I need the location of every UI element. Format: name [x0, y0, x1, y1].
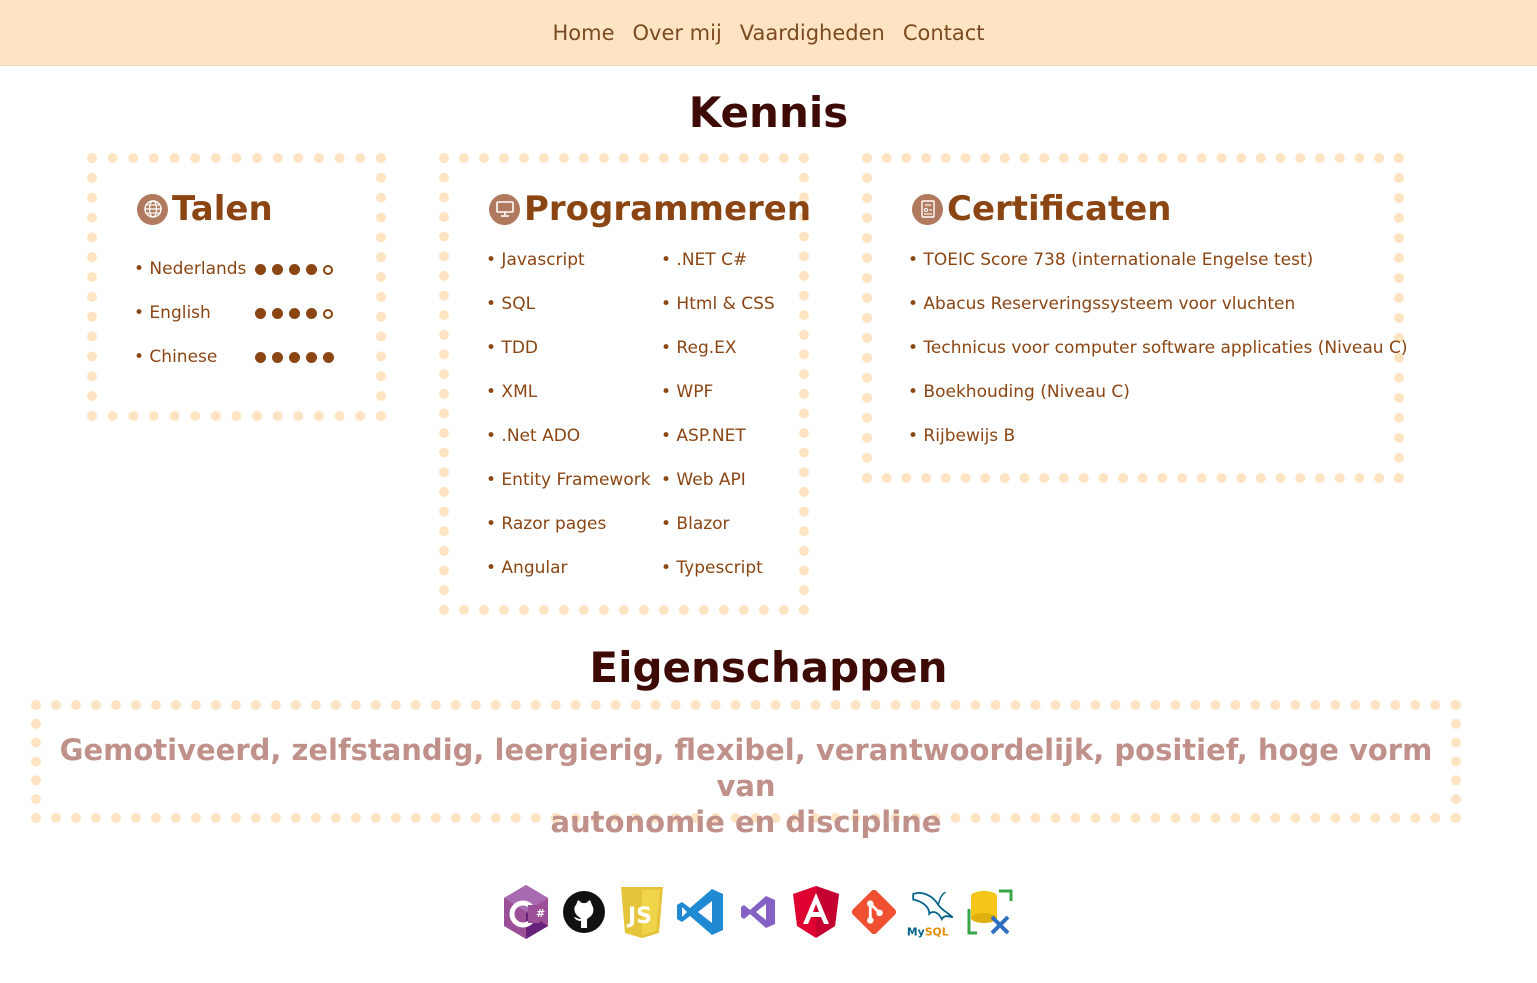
angular-icon: [790, 881, 842, 943]
visual-studio-icon: [732, 881, 784, 943]
github-icon: [558, 881, 610, 943]
skill-item: • Javascript: [486, 250, 585, 270]
skill-item: • WPF: [661, 382, 714, 402]
nav-vaardigheden[interactable]: Vaardigheden: [740, 21, 885, 45]
top-navigation: Home Over mij Vaardigheden Contact: [0, 0, 1537, 66]
rating-chinese: [255, 352, 334, 363]
skill-item: • Html & CSS: [661, 294, 775, 314]
taal-chinese: • Chinese: [134, 347, 218, 367]
certificaat-item: • Boekhouding (Niveau C): [908, 382, 1130, 402]
rating-dot: [272, 264, 283, 275]
kennis-title: Kennis: [688, 88, 849, 137]
certificaat-item: • TOEIC Score 738 (internationale Engels…: [908, 250, 1314, 270]
svg-text:#: #: [536, 907, 545, 920]
svg-text:JS: JS: [626, 904, 652, 929]
skill-item: • Reg.EX: [661, 338, 737, 358]
rating-dot: [306, 308, 317, 319]
talen-heading: Talen: [137, 189, 273, 229]
certificaten-card: Certificaten • TOEIC Score 738 (internat…: [862, 153, 1408, 483]
skill-item: • ASP.NET: [661, 426, 746, 446]
globe-icon: [137, 193, 168, 225]
rating-dot: [272, 352, 283, 363]
vscode-icon: [674, 881, 726, 943]
tools-icons: # JS My SQL: [500, 881, 1016, 943]
certificaten-heading: Certificaten: [912, 189, 1172, 229]
eigenschappen-card: Gemotiveerd, zelfstandig, leergierig, fl…: [31, 700, 1461, 839]
rating-dot: [323, 352, 334, 363]
svg-text:My: My: [907, 925, 925, 938]
skill-item: • Entity Framework: [486, 470, 651, 490]
skill-item: • Web API: [661, 470, 746, 490]
skill-item: • Angular: [486, 558, 568, 578]
csharp-icon: #: [500, 881, 552, 943]
nav-home[interactable]: Home: [552, 21, 614, 45]
skill-item: • Blazor: [661, 514, 730, 534]
eigenschappen-line-1: Gemotiveerd, zelfstandig, leergierig, fl…: [59, 733, 1433, 803]
skill-item: • XML: [486, 382, 538, 402]
skill-item: • Typescript: [661, 558, 763, 578]
certificate-icon: [912, 193, 943, 225]
rating-dot: [289, 264, 300, 275]
skill-item: • .NET C#: [661, 250, 748, 270]
monitor-icon: [489, 193, 520, 225]
talen-card: Talen • Nederlands • English • Chinese: [87, 153, 386, 421]
javascript-icon: JS: [616, 881, 668, 943]
mysql-icon: My SQL: [906, 881, 958, 943]
rating-nederlands: [255, 264, 333, 275]
skill-item: • Razor pages: [486, 514, 607, 534]
eigenschappen-title: Eigenschappen: [589, 643, 948, 692]
rating-dot: [306, 352, 317, 363]
certificaat-item: • Abacus Reserveringssysteem voor vlucht…: [908, 294, 1296, 314]
sql-server-tools-icon: [964, 881, 1016, 943]
rating-dot: [289, 352, 300, 363]
skill-item: • SQL: [486, 294, 536, 314]
rating-dot: [323, 309, 333, 319]
eigenschappen-line-2: autonomie en discipline: [550, 805, 942, 839]
rating-dot: [255, 264, 266, 275]
nav-over-mij[interactable]: Over mij: [632, 21, 721, 45]
skill-item: • .Net ADO: [486, 426, 581, 446]
rating-dot: [255, 308, 266, 319]
taal-english: • English: [134, 303, 211, 323]
eigenschappen-text: Gemotiveerd, zelfstandig, leergierig, fl…: [41, 732, 1451, 840]
taal-nederlands: • Nederlands: [134, 259, 247, 279]
programmeren-heading: Programmeren: [489, 189, 811, 229]
rating-dot: [272, 308, 283, 319]
rating-dot: [323, 265, 333, 275]
nav-contact[interactable]: Contact: [903, 21, 985, 45]
programmeren-card: Programmeren • Javascript • SQL • TDD • …: [439, 153, 811, 615]
svg-text:SQL: SQL: [925, 925, 949, 938]
rating-dot: [306, 264, 317, 275]
rating-dot: [289, 308, 300, 319]
rating-dot: [255, 352, 266, 363]
certificaat-item: • Technicus voor computer software appli…: [908, 338, 1408, 358]
certificaat-item: • Rijbewijs B: [908, 426, 1016, 446]
rating-english: [255, 308, 333, 319]
git-icon: [848, 881, 900, 943]
skill-item: • TDD: [486, 338, 538, 358]
